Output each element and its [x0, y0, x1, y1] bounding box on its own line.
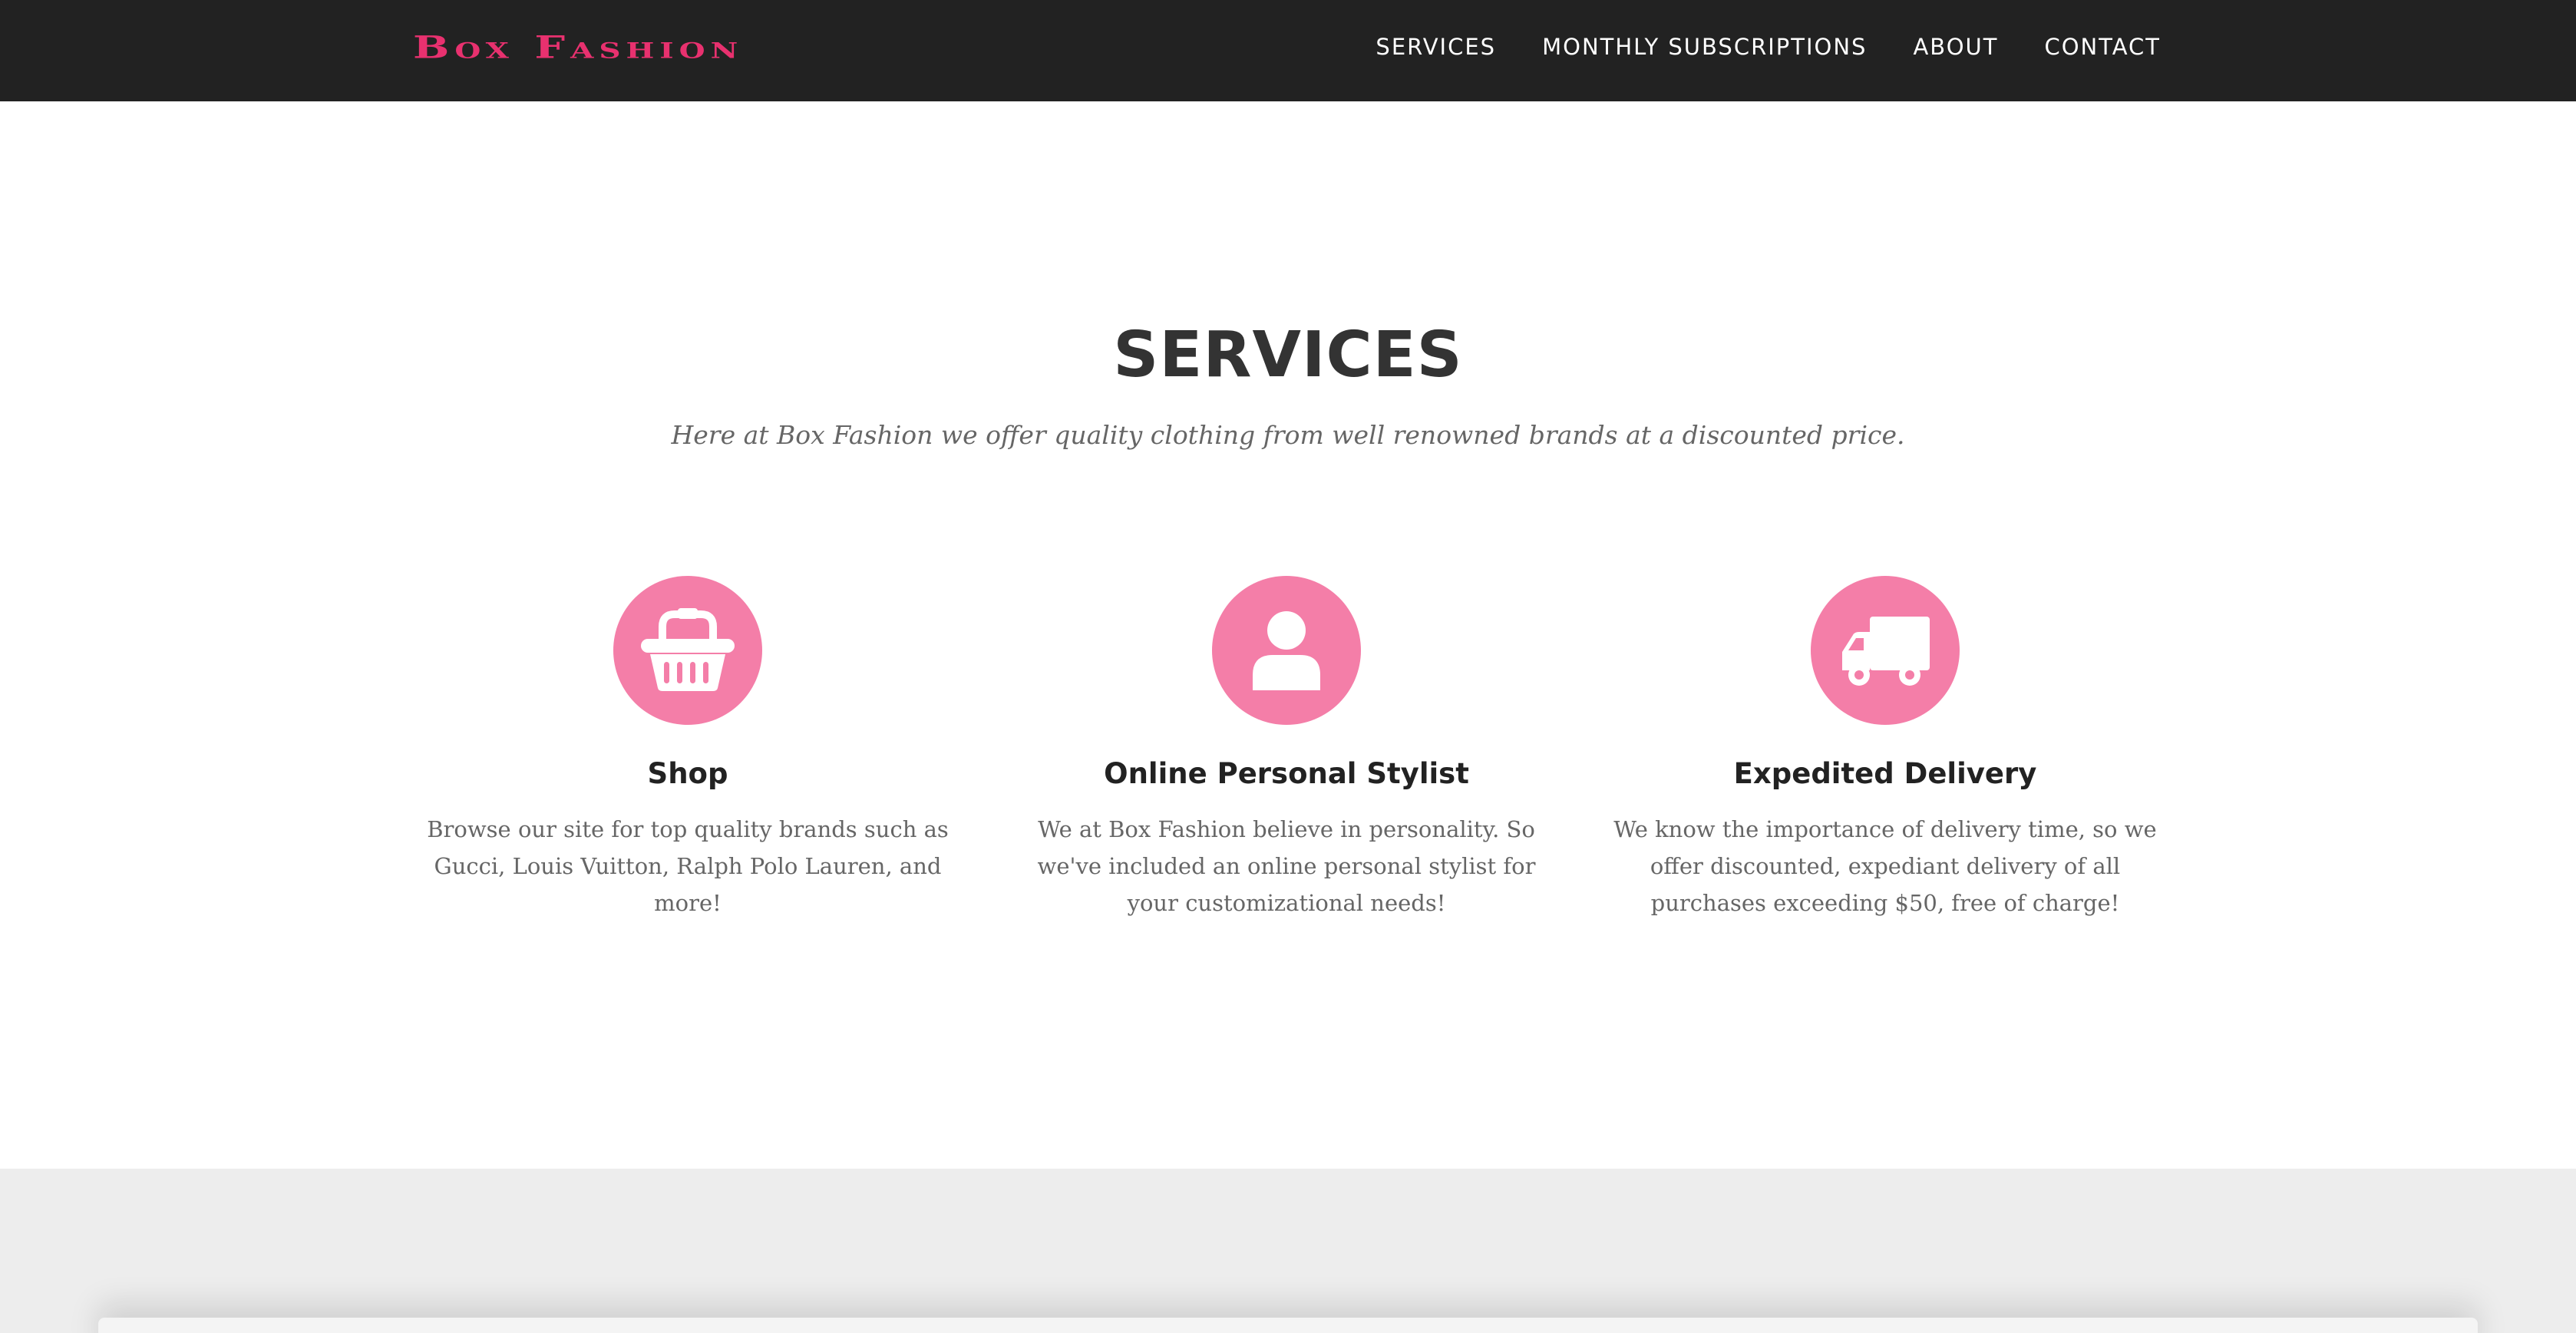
- service-title: Online Personal Stylist: [1104, 757, 1469, 790]
- nav-menu: SERVICES MONTHLY SUBSCRIPTIONS ABOUT CON…: [1376, 0, 2161, 94]
- nav-item-about: ABOUT: [1913, 34, 1998, 60]
- service-shop: Shop Browse our site for top quality bra…: [404, 576, 972, 921]
- content-card: [98, 1318, 2478, 1333]
- brand-logo-link[interactable]: Box Fashion: [413, 32, 743, 63]
- nav-link-services[interactable]: SERVICES: [1376, 34, 1496, 60]
- service-title: Shop: [647, 757, 728, 790]
- next-section: [0, 1169, 2576, 1333]
- nav-item-contact: CONTACT: [2044, 34, 2161, 60]
- service-title: Expedited Delivery: [1733, 757, 2037, 790]
- services-section: SERVICES Here at Box Fashion we offer qu…: [0, 101, 2576, 1169]
- service-description: We know the importance of delivery time,…: [1613, 816, 2157, 916]
- truck-icon: [1842, 617, 1930, 686]
- navbar: Box Fashion SERVICES MONTHLY SUBSCRIPTIO…: [0, 0, 2576, 101]
- nav-link-contact[interactable]: CONTACT: [2044, 34, 2161, 60]
- service-icon-circle: [1811, 576, 1960, 725]
- service-description: Browse our site for top quality brands s…: [427, 816, 949, 916]
- section-subheading: Here at Box Fashion we offer quality clo…: [671, 420, 1905, 450]
- nav-link-monthly-subscriptions[interactable]: MONTHLY SUBSCRIPTIONS: [1542, 34, 1867, 60]
- service-icon-circle: [613, 576, 762, 725]
- service-icon-circle: [1212, 576, 1361, 725]
- shopping-basket-icon: [641, 608, 735, 691]
- nav-link-about[interactable]: ABOUT: [1913, 34, 1998, 60]
- user-icon: [1253, 611, 1320, 690]
- section-heading: SERVICES: [1113, 319, 1463, 392]
- service-online-personal-stylist: Online Personal Stylist We at Box Fashio…: [1002, 576, 1570, 921]
- service-expedited-delivery: Expedited Delivery We know the importanc…: [1601, 576, 2169, 921]
- nav-item-services: SERVICES: [1376, 34, 1496, 60]
- service-description: We at Box Fashion believe in personality…: [1037, 816, 1536, 916]
- nav-item-monthly-subscriptions: MONTHLY SUBSCRIPTIONS: [1542, 34, 1867, 60]
